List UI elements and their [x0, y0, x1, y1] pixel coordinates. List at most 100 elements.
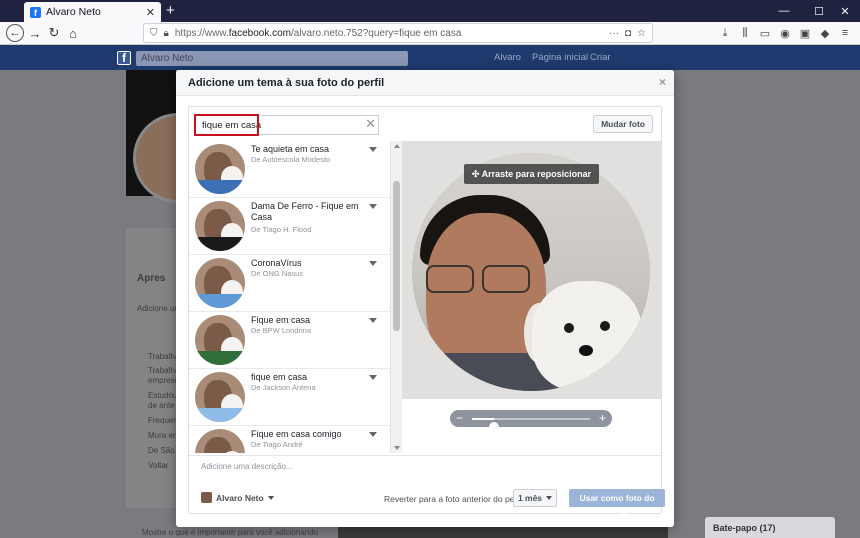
new-tab-button[interactable]: +: [166, 2, 175, 20]
revert-label: Reverter para a foto anterior do perfil: [384, 494, 524, 504]
frame-options-chevron-icon[interactable]: [369, 432, 377, 437]
browser-tab[interactable]: f Alvaro Neto ✕: [24, 2, 161, 22]
frame-options-chevron-icon[interactable]: [369, 147, 377, 152]
tab-title: Alvaro Neto: [46, 6, 101, 18]
dialog-header: Adicione um tema à sua foto do perfil ×: [176, 70, 674, 96]
frame-list-item[interactable]: fique em casa De Jackson Antena: [189, 369, 390, 426]
frame-title: Fique em casa: [251, 315, 311, 325]
tab-close-icon[interactable]: ✕: [146, 6, 155, 19]
close-window-button[interactable]: ✕: [826, 0, 860, 22]
address-bar[interactable]: ⛉ 🔒︎ https://www.facebook.com/alvaro.net…: [143, 23, 653, 43]
facebook-logo-icon[interactable]: f: [117, 51, 131, 65]
nav-profile-link[interactable]: Alvaro: [494, 52, 521, 63]
nav-create-link[interactable]: Criar: [590, 52, 611, 63]
zoom-out-icon[interactable]: −: [456, 411, 463, 425]
frame-thumbnail: [195, 429, 245, 453]
chat-bar[interactable]: Bate-papo (17): [705, 517, 835, 538]
url-text[interactable]: https://www.facebook.com/alvaro.neto.752…: [175, 28, 603, 39]
extension-color-icon[interactable]: ◆: [817, 25, 833, 41]
intro-item: Trabalha: [148, 352, 180, 361]
sidebar-icon[interactable]: ▭: [757, 25, 773, 41]
intro-item: emprese: [148, 376, 180, 385]
frame-thumbnail: [195, 258, 245, 308]
menu-icon[interactable]: ≡: [837, 25, 853, 41]
profile-photo-circle[interactable]: [412, 153, 650, 391]
library-icon[interactable]: ⫼: [737, 25, 753, 41]
frame-thumbnail: [195, 372, 245, 422]
intro-item: Frequen: [148, 416, 178, 425]
shield-icon[interactable]: ⛉: [150, 28, 158, 39]
photo-preview[interactable]: ✣ Arraste para reposicionar: [402, 141, 661, 399]
intro-item: Mora em: [148, 431, 180, 440]
frame-author: De Autoescola Modesto: [251, 155, 331, 164]
frame-title: fique em casa: [251, 372, 308, 382]
forward-arrow-icon[interactable]: →: [26, 24, 44, 42]
frame-options-chevron-icon[interactable]: [369, 318, 377, 323]
frame-list-item[interactable]: Fique em casa De BPW Londrina: [189, 312, 390, 369]
reload-icon[interactable]: ↻: [45, 24, 63, 42]
scroll-up-icon[interactable]: [394, 144, 400, 148]
zoom-handle[interactable]: [489, 422, 500, 432]
right-column: [673, 70, 860, 538]
frame-author: De ONG Nasus: [251, 269, 304, 278]
frame-list-item[interactable]: Dama De Ferro - Fique em Casa De Tiago H.…: [189, 198, 390, 255]
nav-home-link[interactable]: Página inicial: [532, 52, 588, 63]
browser-toolbar: ← → ↻ ⌂ ⛉ 🔒︎ https://www.facebook.com/al…: [0, 22, 860, 45]
use-as-profile-photo-button[interactable]: Usar como foto do perfil: [569, 489, 665, 521]
facebook-search-input[interactable]: Alvaro Neto: [136, 51, 408, 66]
chevron-down-icon: [267, 495, 274, 500]
zoom-fill: [472, 418, 495, 420]
pocket-icon[interactable]: ◘: [625, 28, 631, 39]
scroll-down-icon[interactable]: [394, 446, 400, 450]
audience-name: Alvaro Neto: [216, 492, 264, 503]
frame-title: Te aquieta em casa: [251, 144, 330, 154]
frame-author: De Jackson Antena: [251, 383, 316, 392]
bottom-strip: [338, 526, 668, 538]
frame-search: ✕: [194, 114, 379, 136]
scroll-thumb[interactable]: [393, 181, 400, 331]
frame-list-scrollbar[interactable]: [390, 141, 402, 453]
back-arrow-icon[interactable]: ←: [6, 24, 24, 42]
profile-frame-dialog: Adicione um tema à sua foto do perfil × …: [176, 70, 674, 527]
clear-search-icon[interactable]: ✕: [365, 116, 376, 132]
frame-search-input[interactable]: [195, 115, 379, 135]
intro-title: Apres: [137, 273, 166, 284]
home-icon[interactable]: ⌂: [64, 24, 82, 42]
intro-item: Trabalha: [148, 366, 180, 375]
frame-title: CoronaVírus: [251, 258, 302, 268]
extension-icon[interactable]: ▣: [797, 25, 813, 41]
page-actions-icon[interactable]: ···: [609, 28, 619, 39]
audience-selector[interactable]: Alvaro Neto: [201, 492, 274, 503]
frame-list-item[interactable]: CoronaVírus De ONG Nasus: [189, 255, 390, 312]
intro-item: Estudou: [148, 391, 178, 400]
account-icon[interactable]: ◉: [777, 25, 793, 41]
zoom-slider[interactable]: − +: [450, 410, 612, 432]
intro-item: Voltar: [148, 461, 169, 470]
revert-period-dropdown[interactable]: 1 mês: [513, 489, 557, 507]
zoom-track[interactable]: [472, 418, 590, 432]
frame-author: De BPW Londrina: [251, 326, 312, 335]
frame-options-chevron-icon[interactable]: [369, 375, 377, 380]
frame-options-chevron-icon[interactable]: [369, 261, 377, 266]
frame-author: De Tiago André: [251, 440, 303, 449]
frame-options-chevron-icon[interactable]: [369, 204, 377, 209]
frame-list-item[interactable]: Te aquieta em casa De Autoescola Modesto: [189, 141, 390, 198]
frame-author: De Tiago H. Flood: [251, 225, 312, 234]
intro-text: Adicione um: [137, 304, 182, 313]
frame-band: [195, 294, 245, 308]
bookmark-star-icon[interactable]: ☆: [637, 28, 646, 39]
intro-item: De São: [148, 446, 175, 455]
downloads-icon[interactable]: ⤓: [717, 25, 733, 41]
frame-thumbnail: [195, 315, 245, 365]
frame-band: [195, 180, 245, 194]
footer-hint: Mostre o que é importante para você adic…: [142, 528, 319, 537]
minimize-button[interactable]: —: [765, 0, 803, 22]
frame-list-item[interactable]: Fique em casa comigo De Tiago André: [189, 426, 390, 453]
change-photo-button[interactable]: Mudar foto: [593, 115, 653, 133]
drag-to-reposition-hint[interactable]: ✣ Arraste para reposicionar: [464, 164, 599, 184]
description-input[interactable]: Adicione uma descrição...: [189, 455, 661, 477]
facebook-favicon-icon: f: [30, 6, 41, 18]
lock-icon[interactable]: 🔒︎: [164, 28, 169, 39]
close-dialog-icon[interactable]: ×: [659, 75, 666, 89]
zoom-in-icon[interactable]: +: [599, 411, 606, 425]
